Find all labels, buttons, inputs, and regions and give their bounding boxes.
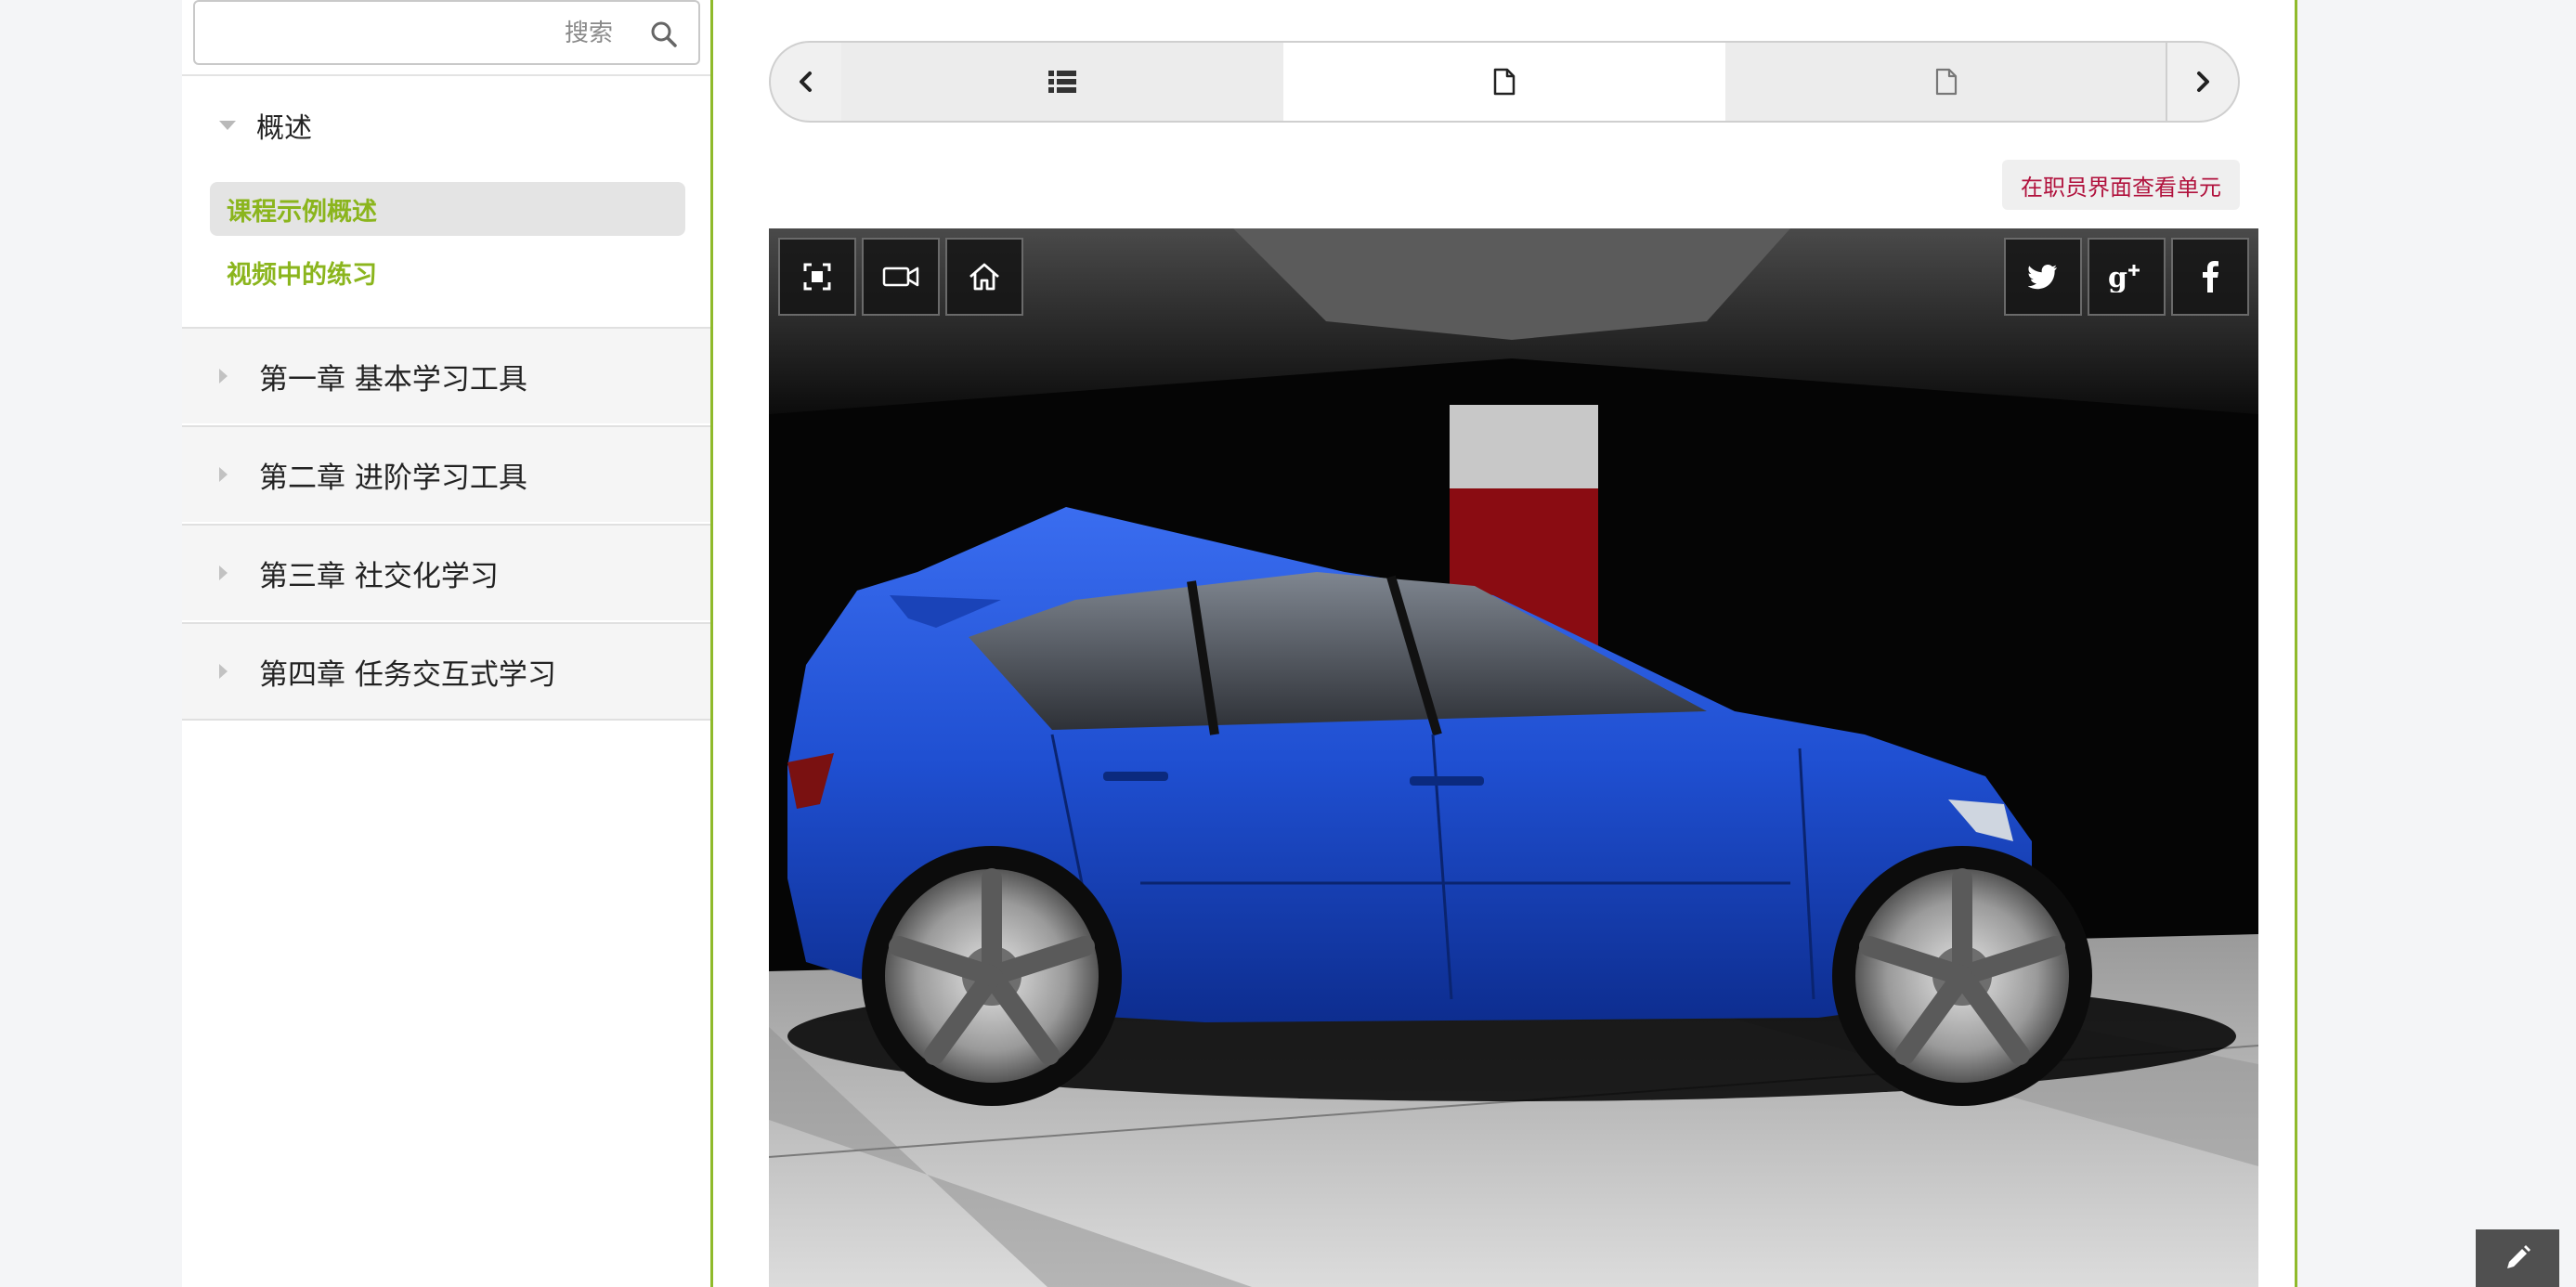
list-icon bbox=[1048, 71, 1076, 93]
pencil-icon bbox=[2507, 1245, 2530, 1268]
divider bbox=[182, 74, 710, 76]
camera-icon bbox=[882, 266, 919, 287]
caret-right-icon bbox=[219, 369, 228, 384]
facebook-icon bbox=[2203, 261, 2218, 292]
caret-down-icon bbox=[219, 121, 236, 130]
chapter-label: 第三章 社交化学习 bbox=[259, 559, 499, 593]
google-plus-share-button[interactable]: g bbox=[2088, 238, 2166, 316]
tab-unit-next[interactable] bbox=[1725, 43, 2167, 121]
next-unit-button[interactable] bbox=[2166, 41, 2240, 123]
unit-navigation bbox=[769, 41, 2240, 124]
document-icon bbox=[1493, 68, 1516, 96]
chevron-right-icon bbox=[2197, 72, 2209, 92]
unit-tabs bbox=[841, 41, 2167, 123]
twitter-share-button[interactable] bbox=[2004, 238, 2082, 316]
chevron-left-icon bbox=[800, 72, 812, 92]
section-title: 概述 bbox=[256, 112, 312, 145]
caret-right-icon bbox=[219, 664, 228, 679]
section-overview[interactable]: 概述 bbox=[219, 102, 312, 149]
chapter-item-4[interactable]: 第四章 任务交互式学习 bbox=[182, 622, 710, 719]
previous-unit-button[interactable] bbox=[769, 41, 843, 123]
tab-unit-list[interactable] bbox=[841, 43, 1283, 121]
chapter-label: 第一章 基本学习工具 bbox=[259, 362, 527, 396]
car-model-scene bbox=[769, 228, 2258, 1287]
divider bbox=[182, 719, 710, 721]
fullscreen-icon bbox=[803, 263, 831, 291]
subsection-video-exercises[interactable]: 视频中的练习 bbox=[210, 245, 685, 299]
chapter-item-2[interactable]: 第二章 进阶学习工具 bbox=[182, 425, 710, 522]
twitter-icon bbox=[2028, 265, 2057, 290]
fullscreen-button[interactable] bbox=[778, 238, 856, 316]
course-sidebar: 概述 课程示例概述 视频中的练习 第一章 基本学习工具 第二章 进阶学习工具 第… bbox=[182, 0, 713, 1287]
google-plus-icon: g bbox=[2108, 262, 2140, 292]
search-icon[interactable] bbox=[650, 20, 678, 48]
subsection-course-overview[interactable]: 课程示例概述 bbox=[210, 182, 685, 236]
chapter-item-3[interactable]: 第三章 社交化学习 bbox=[182, 524, 710, 620]
caret-right-icon bbox=[219, 467, 228, 482]
facebook-share-button[interactable] bbox=[2171, 238, 2249, 316]
caret-right-icon bbox=[219, 566, 228, 580]
document-icon bbox=[1935, 68, 1958, 96]
chapter-label: 第二章 进阶学习工具 bbox=[259, 461, 527, 495]
3d-model-viewer[interactable]: g bbox=[769, 228, 2258, 1287]
search-box bbox=[193, 0, 700, 65]
search-input[interactable] bbox=[202, 7, 615, 59]
edit-button[interactable] bbox=[2476, 1229, 2559, 1287]
svg-text:g: g bbox=[2108, 262, 2127, 292]
camera-button[interactable] bbox=[862, 238, 940, 316]
home-button[interactable] bbox=[945, 238, 1023, 316]
view-in-staff-button[interactable]: 在职员界面查看单元 bbox=[2002, 160, 2240, 210]
tab-unit-current[interactable] bbox=[1283, 43, 1725, 121]
chapter-item-1[interactable]: 第一章 基本学习工具 bbox=[182, 327, 710, 423]
home-icon bbox=[969, 263, 999, 291]
chapter-label: 第四章 任务交互式学习 bbox=[259, 657, 556, 692]
